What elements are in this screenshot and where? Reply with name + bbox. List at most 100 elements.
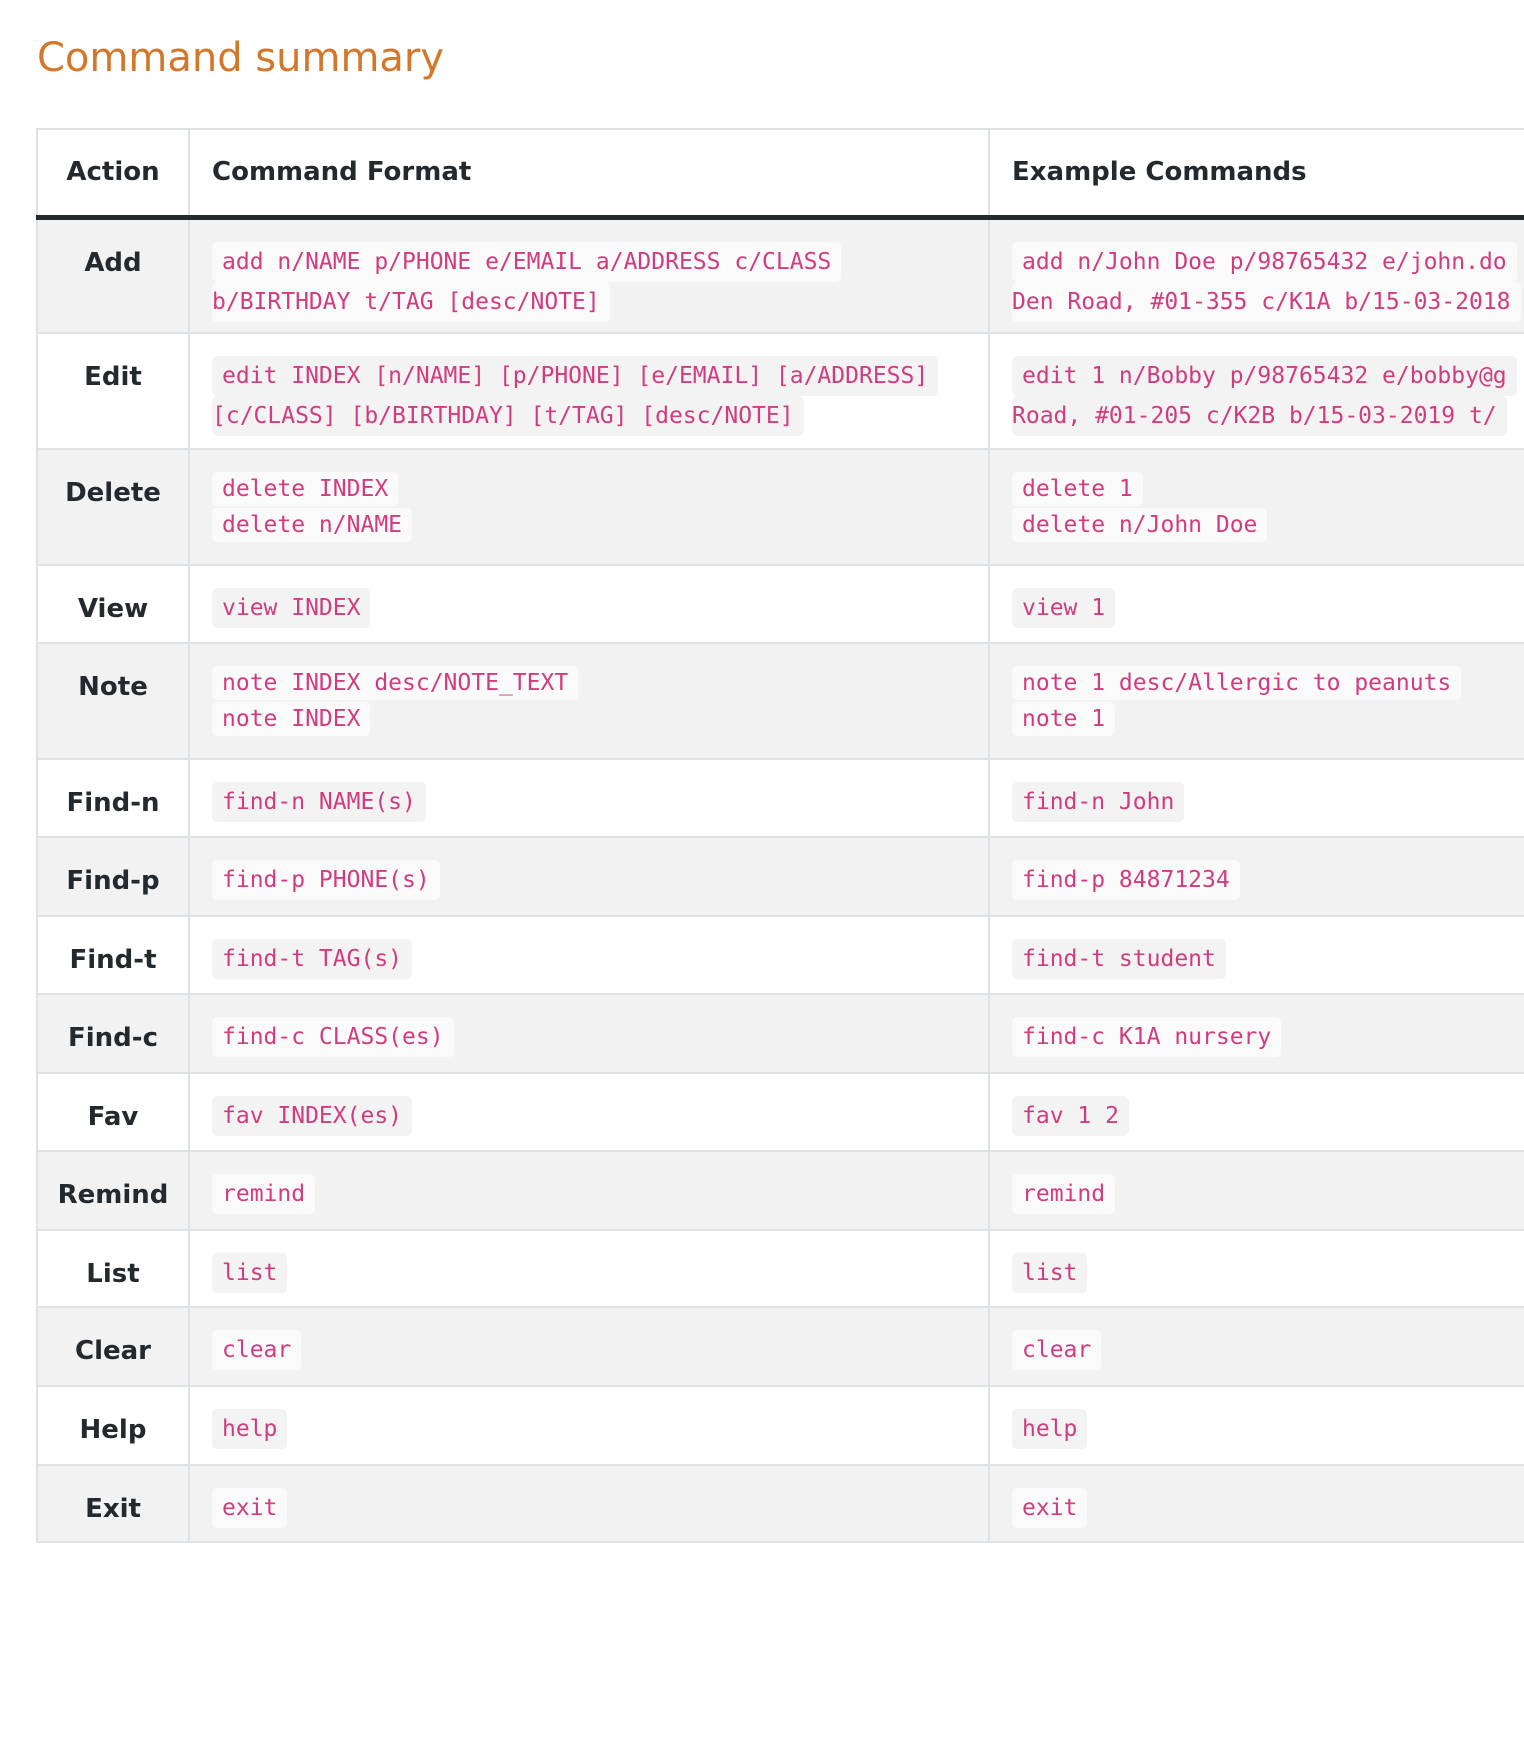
example-command-cell: remind bbox=[988, 1150, 1524, 1231]
table-row: Add add n/NAME p/PHONE e/EMAIL a/ADDRESS … bbox=[36, 216, 1524, 334]
code-line: Road, #01-205 c/K2B b/15-03-2019 t/ bbox=[1012, 396, 1507, 436]
code-line: b/BIRTHDAY t/TAG [desc/NOTE] bbox=[212, 281, 610, 322]
example-command-code: list bbox=[1012, 1253, 1088, 1293]
table-row: Clear clear clear bbox=[36, 1306, 1524, 1387]
action-cell: Remind bbox=[36, 1150, 190, 1231]
command-format-cell: find-t TAG(s) bbox=[188, 915, 990, 995]
command-format-cell: find-p PHONE(s) bbox=[188, 836, 990, 917]
command-format-cell: note INDEX desc/NOTE_TEXT note INDEX bbox=[188, 642, 990, 760]
action-cell: Find-p bbox=[36, 836, 190, 917]
command-format-code: note INDEX bbox=[212, 702, 371, 736]
command-format-code: find-n NAME(s) bbox=[212, 782, 426, 822]
code-line: [c/CLASS] [b/BIRTHDAY] [t/TAG] [desc/NOT… bbox=[212, 396, 804, 436]
example-command-code: add n/John Doe p/98765432 e/john.do Den R… bbox=[1012, 241, 1521, 322]
action-cell: View bbox=[36, 564, 190, 644]
example-command-cell: list bbox=[988, 1229, 1524, 1308]
table-row: Remind remind remind bbox=[36, 1150, 1524, 1231]
example-command-cell: delete 1 delete n/John Doe bbox=[988, 448, 1524, 566]
example-command-code: clear bbox=[1012, 1330, 1102, 1370]
command-format-code: delete INDEX bbox=[212, 472, 399, 506]
command-format-cell: fav INDEX(es) bbox=[188, 1072, 990, 1152]
example-command-code: find-t student bbox=[1012, 939, 1226, 979]
example-command-code: help bbox=[1012, 1409, 1088, 1449]
command-format-code: view INDEX bbox=[212, 588, 371, 628]
example-command-cell: fav 1 2 bbox=[988, 1072, 1524, 1152]
action-cell: Exit bbox=[36, 1464, 190, 1543]
command-format-cell: help bbox=[188, 1385, 990, 1466]
example-command-code: delete n/John Doe bbox=[1012, 508, 1268, 542]
example-command-code: view 1 bbox=[1012, 588, 1116, 628]
example-command-code: fav 1 2 bbox=[1012, 1096, 1129, 1136]
command-format-code: list bbox=[212, 1253, 288, 1293]
command-format-code: exit bbox=[212, 1488, 288, 1528]
example-command-code: find-p 84871234 bbox=[1012, 860, 1240, 900]
action-cell: Find-t bbox=[36, 915, 190, 995]
example-command-cell: find-p 84871234 bbox=[988, 836, 1524, 917]
command-format-cell: edit INDEX [n/NAME] [p/PHONE] [e/EMAIL] … bbox=[188, 332, 990, 450]
table-row: Help help help bbox=[36, 1385, 1524, 1466]
action-cell: Add bbox=[36, 216, 190, 334]
example-command-code: delete 1 bbox=[1012, 472, 1143, 506]
action-cell: Find-n bbox=[36, 758, 190, 838]
command-format-cell: find-c CLASS(es) bbox=[188, 993, 990, 1074]
table-row: Find-p find-p PHONE(s) find-p 84871234 bbox=[36, 836, 1524, 917]
command-format-cell: add n/NAME p/PHONE e/EMAIL a/ADDRESS c/C… bbox=[188, 216, 990, 334]
table-row: Note note INDEX desc/NOTE_TEXT note INDEX n… bbox=[36, 642, 1524, 760]
command-format-code: find-t TAG(s) bbox=[212, 939, 413, 979]
column-header-example-commands: Example Commands bbox=[988, 128, 1524, 220]
example-command-cell: edit 1 n/Bobby p/98765432 e/bobby@g Road,… bbox=[988, 332, 1524, 450]
table-row: Edit edit INDEX [n/NAME] [p/PHONE] [e/EMA… bbox=[36, 332, 1524, 450]
table-row: Find-c find-c CLASS(es) find-c K1A nursery bbox=[36, 993, 1524, 1074]
page-title: Command summary bbox=[37, 35, 445, 81]
table-row: Exit exit exit bbox=[36, 1464, 1524, 1543]
example-command-code: edit 1 n/Bobby p/98765432 e/bobby@g Road,… bbox=[1012, 356, 1517, 436]
table-row: Fav fav INDEX(es) fav 1 2 bbox=[36, 1072, 1524, 1152]
command-format-cell: remind bbox=[188, 1150, 990, 1231]
example-command-cell: exit bbox=[988, 1464, 1524, 1543]
command-format-cell: view INDEX bbox=[188, 564, 990, 644]
example-command-cell: find-t student bbox=[988, 915, 1524, 995]
code-line: add n/NAME p/PHONE e/EMAIL a/ADDRESS c/C… bbox=[212, 241, 842, 282]
command-format-code: fav INDEX(es) bbox=[212, 1096, 413, 1136]
command-format-cell: find-n NAME(s) bbox=[188, 758, 990, 838]
action-cell: List bbox=[36, 1229, 190, 1308]
command-format-code: clear bbox=[212, 1330, 302, 1370]
example-command-cell: add n/John Doe p/98765432 e/john.do Den R… bbox=[988, 216, 1524, 334]
command-format-code: delete n/NAME bbox=[212, 508, 413, 542]
command-format-code: find-p PHONE(s) bbox=[212, 860, 440, 900]
command-format-cell: delete INDEX delete n/NAME bbox=[188, 448, 990, 566]
example-command-cell: note 1 desc/Allergic to peanuts note 1 bbox=[988, 642, 1524, 760]
command-summary-table-container: Action Command Format Example Commands A… bbox=[36, 128, 1524, 1692]
example-command-code: find-c K1A nursery bbox=[1012, 1017, 1282, 1057]
table-header-row: Action Command Format Example Commands bbox=[36, 128, 1524, 220]
command-format-code: edit INDEX [n/NAME] [p/PHONE] [e/EMAIL] … bbox=[212, 356, 939, 436]
table-row: Delete delete INDEX delete n/NAME delete 1d… bbox=[36, 448, 1524, 566]
code-line: edit 1 n/Bobby p/98765432 e/bobby@g bbox=[1012, 356, 1517, 396]
example-command-cell: clear bbox=[988, 1306, 1524, 1387]
table-row: View view INDEX view 1 bbox=[36, 564, 1524, 644]
command-format-cell: clear bbox=[188, 1306, 990, 1387]
command-format-code: note INDEX desc/NOTE_TEXT bbox=[212, 666, 579, 700]
action-cell: Note bbox=[36, 642, 190, 760]
command-format-code: find-c CLASS(es) bbox=[212, 1017, 454, 1057]
action-cell: Help bbox=[36, 1385, 190, 1466]
action-cell: Delete bbox=[36, 448, 190, 566]
action-cell: Fav bbox=[36, 1072, 190, 1152]
example-command-cell: find-n John bbox=[988, 758, 1524, 838]
command-format-cell: list bbox=[188, 1229, 990, 1308]
code-line: add n/John Doe p/98765432 e/john.do bbox=[1012, 241, 1517, 282]
example-command-cell: help bbox=[988, 1385, 1524, 1466]
action-cell: Find-c bbox=[36, 993, 190, 1074]
command-summary-table: Action Command Format Example Commands A… bbox=[36, 128, 1524, 1543]
example-command-code: exit bbox=[1012, 1488, 1088, 1528]
action-cell: Edit bbox=[36, 332, 190, 450]
example-command-cell: view 1 bbox=[988, 564, 1524, 644]
code-line: Den Road, #01-355 c/K1A b/15-03-2018 bbox=[1012, 281, 1521, 322]
command-format-code: add n/NAME p/PHONE e/EMAIL a/ADDRESS c/C… bbox=[212, 241, 842, 322]
example-command-cell: find-c K1A nursery bbox=[988, 993, 1524, 1074]
example-command-code: note 1 bbox=[1012, 702, 1116, 736]
column-header-action: Action bbox=[36, 128, 190, 220]
table-row: Find-n find-n NAME(s) find-n John bbox=[36, 758, 1524, 838]
example-command-code: note 1 desc/Allergic to peanuts bbox=[1012, 666, 1462, 700]
code-line: edit INDEX [n/NAME] [p/PHONE] [e/EMAIL] … bbox=[212, 356, 939, 396]
